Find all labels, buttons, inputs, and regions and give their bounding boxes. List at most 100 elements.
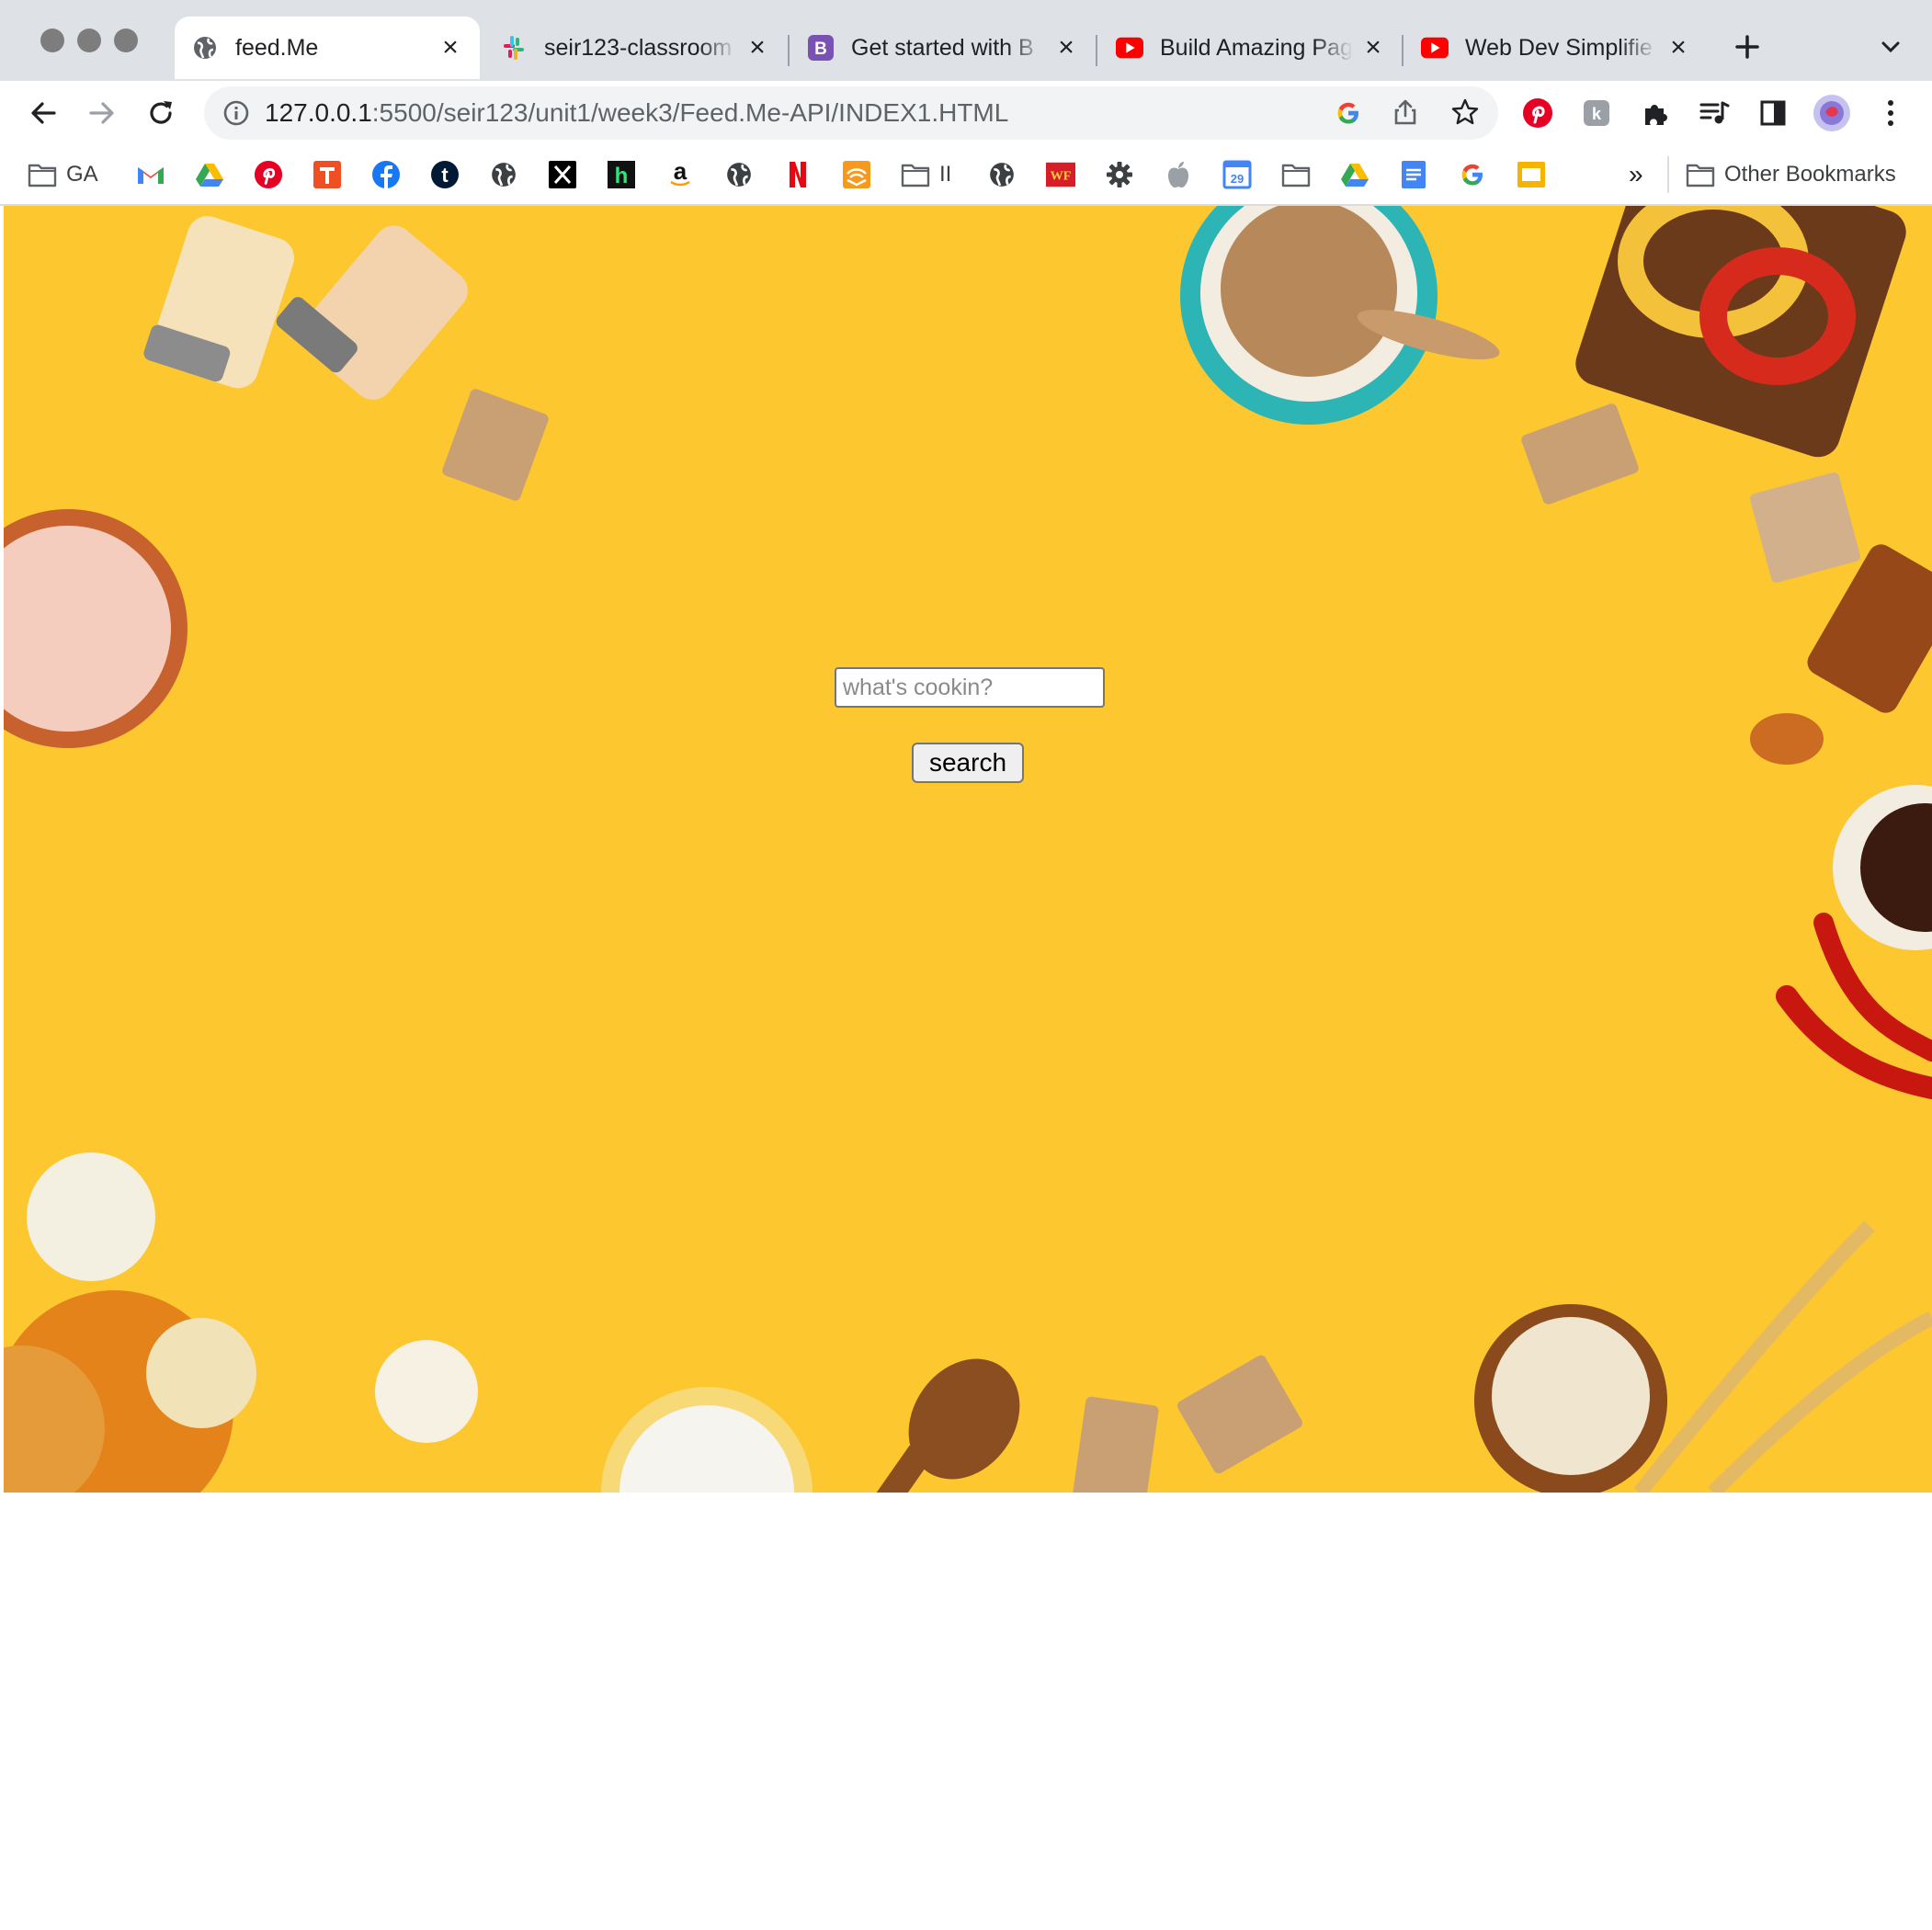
window-close-light[interactable]	[40, 28, 64, 52]
close-icon[interactable]: ×	[744, 34, 770, 62]
url-text[interactable]: 127.0.0.1:5500/seir123/unit1/week3/Feed.…	[265, 98, 1008, 128]
audible-icon	[842, 160, 871, 189]
tab-bootstrap[interactable]: B Get started with B ×	[790, 17, 1096, 79]
arrow-right-icon	[89, 102, 114, 124]
new-tab-button[interactable]	[1724, 24, 1770, 70]
bookmark-globe-2[interactable]	[724, 154, 754, 195]
youtube-icon	[1421, 34, 1449, 62]
plus-icon	[1735, 35, 1759, 59]
pinterest-extension-button[interactable]	[1515, 90, 1561, 136]
window-zoom-light[interactable]	[114, 28, 138, 52]
tab-feed-me[interactable]: feed.Me ×	[175, 17, 480, 79]
close-icon[interactable]: ×	[438, 34, 463, 62]
bookmark-wf[interactable]: WF	[1046, 154, 1075, 195]
browser-menu-button[interactable]	[1868, 90, 1914, 136]
side-panel-button[interactable]	[1750, 90, 1796, 136]
bookmark-tumblr[interactable]: t	[430, 154, 460, 195]
share-icon[interactable]	[1392, 97, 1419, 131]
grain-bowl	[1180, 206, 1500, 425]
search-input[interactable]	[835, 667, 1105, 708]
tab-separator	[788, 35, 790, 66]
back-button[interactable]	[20, 90, 66, 136]
tab-youtube-2[interactable]: Web Dev Simplifie ×	[1404, 17, 1708, 79]
bookmark-label: II	[939, 162, 952, 187]
window-minimize-light[interactable]	[77, 28, 101, 52]
bookmarks-overflow-button[interactable]: »	[1629, 154, 1643, 195]
bookmark-facebook[interactable]	[371, 154, 401, 195]
svg-text:h: h	[615, 164, 629, 188]
bookmark-audible[interactable]	[842, 154, 871, 195]
more-vert-icon	[1888, 100, 1893, 126]
avatar	[1813, 95, 1850, 131]
bookmark-folder-ii[interactable]: II	[901, 154, 951, 195]
media-controls-button[interactable]	[1691, 90, 1737, 136]
bookmark-calendar[interactable]: 29	[1222, 154, 1252, 195]
tab-strip: feed.Me × seir123-classroom × B Get star…	[0, 0, 1932, 81]
bookmark-gmail[interactable]	[136, 154, 165, 195]
tab-search-button[interactable]	[1868, 24, 1914, 70]
svg-text:B: B	[814, 40, 827, 59]
bookmark-houzz[interactable]: h	[607, 154, 636, 195]
overflow-chevron: »	[1629, 160, 1643, 188]
bookmark-netflix[interactable]	[783, 154, 813, 195]
tab-title: Get started with B	[851, 34, 1034, 61]
svg-text:t: t	[441, 164, 449, 187]
google-icon[interactable]	[1335, 99, 1362, 131]
svg-text:a: a	[674, 160, 688, 185]
bookmark-apple[interactable]	[1164, 154, 1193, 195]
google-slides-icon	[1517, 160, 1546, 189]
forward-button[interactable]	[79, 90, 125, 136]
svg-text:29: 29	[1231, 172, 1244, 186]
bookmark-folder-ga[interactable]: GA	[28, 154, 98, 195]
bookmark-pinterest[interactable]	[254, 154, 283, 195]
tab-title: feed.Me	[235, 34, 319, 61]
pinterest-icon	[1523, 98, 1552, 128]
cracker	[442, 389, 549, 501]
slack-icon	[500, 34, 528, 62]
playlist-icon	[1699, 101, 1730, 124]
folder-icon	[1686, 160, 1715, 189]
svg-text:k: k	[1592, 105, 1602, 123]
cracker	[1177, 1355, 1302, 1474]
bookmark-amazon[interactable]: a	[665, 154, 695, 195]
tab-slack[interactable]: seir123-classroom ×	[483, 17, 787, 79]
close-icon[interactable]: ×	[1360, 34, 1386, 62]
tab-title: Web Dev Simplifie	[1465, 34, 1653, 61]
food-background-image	[4, 206, 1932, 1493]
globe-icon	[489, 160, 518, 189]
paprika-pile	[1750, 713, 1824, 765]
profile-button[interactable]	[1809, 90, 1855, 136]
folder-icon	[1281, 160, 1311, 189]
tab-youtube-1[interactable]: Build Amazing Pag ×	[1099, 17, 1403, 79]
side-panel-icon	[1760, 100, 1786, 126]
extension-button[interactable]: k	[1574, 90, 1619, 136]
url-path: :5500/seir123/unit1/week3/Feed.Me-API/IN…	[371, 98, 1009, 127]
bookmark-globe-3[interactable]	[987, 154, 1017, 195]
reload-button[interactable]	[138, 90, 184, 136]
other-bookmarks-folder[interactable]: Other Bookmarks	[1686, 154, 1896, 195]
bookmark-settings[interactable]	[1105, 154, 1134, 195]
bookmark-x[interactable]	[548, 154, 577, 195]
bookmark-drive-2[interactable]	[1340, 154, 1369, 195]
bookmark-folder[interactable]	[1281, 154, 1311, 195]
close-icon[interactable]: ×	[1053, 34, 1079, 62]
star-icon[interactable]	[1450, 97, 1480, 131]
wheat-stalk	[1708, 1311, 1932, 1493]
youtube-icon	[1116, 34, 1143, 62]
bookmark-drive[interactable]	[195, 154, 224, 195]
address-bar[interactable]: 127.0.0.1:5500/seir123/unit1/week3/Feed.…	[204, 86, 1498, 140]
bookmark-docs[interactable]	[1399, 154, 1428, 195]
search-button[interactable]: search	[912, 743, 1024, 783]
bookmark-globe-1[interactable]	[489, 154, 518, 195]
bookmark-slides[interactable]	[1517, 154, 1546, 195]
extensions-menu-button[interactable]	[1632, 90, 1678, 136]
globe-icon	[724, 160, 754, 189]
facebook-icon	[371, 160, 401, 189]
pink-salt-bowl	[4, 509, 188, 748]
info-icon[interactable]	[222, 99, 250, 131]
bookmarks-divider	[1667, 156, 1669, 193]
bookmark-t[interactable]	[313, 154, 342, 195]
close-icon[interactable]: ×	[1665, 34, 1691, 62]
salt-shakers	[143, 216, 468, 400]
bookmark-google[interactable]	[1458, 154, 1487, 195]
